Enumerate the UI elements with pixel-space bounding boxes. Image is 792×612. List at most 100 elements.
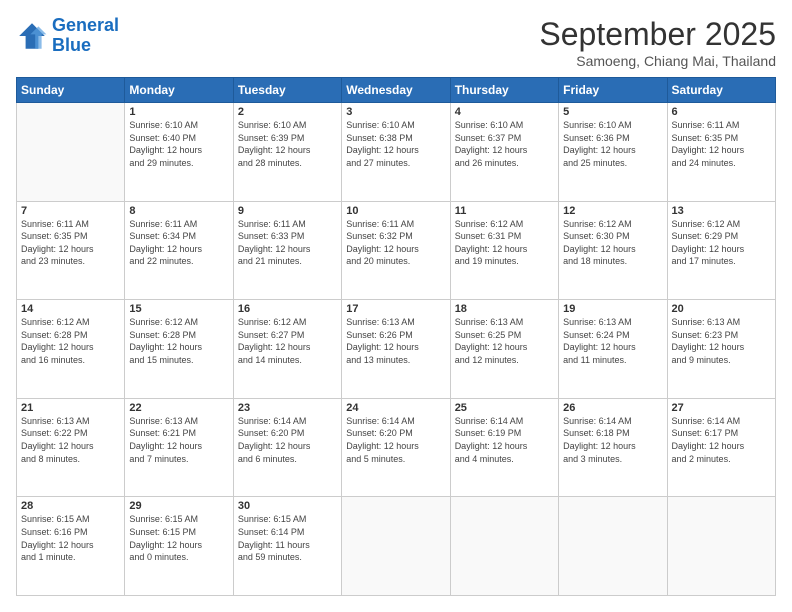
day-number: 17 bbox=[346, 303, 445, 315]
day-info: Sunrise: 6:12 AM Sunset: 6:28 PM Dayligh… bbox=[129, 316, 228, 366]
day-info: Sunrise: 6:13 AM Sunset: 6:24 PM Dayligh… bbox=[563, 316, 662, 366]
calendar-cell: 21Sunrise: 6:13 AM Sunset: 6:22 PM Dayli… bbox=[17, 398, 125, 497]
calendar-cell: 25Sunrise: 6:14 AM Sunset: 6:19 PM Dayli… bbox=[450, 398, 558, 497]
calendar-cell: 15Sunrise: 6:12 AM Sunset: 6:28 PM Dayli… bbox=[125, 300, 233, 399]
day-info: Sunrise: 6:10 AM Sunset: 6:40 PM Dayligh… bbox=[129, 119, 228, 169]
day-number: 19 bbox=[563, 303, 662, 315]
calendar-cell: 20Sunrise: 6:13 AM Sunset: 6:23 PM Dayli… bbox=[667, 300, 775, 399]
calendar-cell: 10Sunrise: 6:11 AM Sunset: 6:32 PM Dayli… bbox=[342, 201, 450, 300]
day-info: Sunrise: 6:10 AM Sunset: 6:38 PM Dayligh… bbox=[346, 119, 445, 169]
calendar-cell: 29Sunrise: 6:15 AM Sunset: 6:15 PM Dayli… bbox=[125, 497, 233, 596]
calendar-cell: 19Sunrise: 6:13 AM Sunset: 6:24 PM Dayli… bbox=[559, 300, 667, 399]
weekday-header-row: Sunday Monday Tuesday Wednesday Thursday… bbox=[17, 78, 776, 103]
day-info: Sunrise: 6:10 AM Sunset: 6:39 PM Dayligh… bbox=[238, 119, 337, 169]
day-info: Sunrise: 6:14 AM Sunset: 6:20 PM Dayligh… bbox=[346, 415, 445, 465]
calendar-cell: 5Sunrise: 6:10 AM Sunset: 6:36 PM Daylig… bbox=[559, 103, 667, 202]
calendar-cell: 13Sunrise: 6:12 AM Sunset: 6:29 PM Dayli… bbox=[667, 201, 775, 300]
calendar-cell: 26Sunrise: 6:14 AM Sunset: 6:18 PM Dayli… bbox=[559, 398, 667, 497]
header-tuesday: Tuesday bbox=[233, 78, 341, 103]
day-number: 12 bbox=[563, 205, 662, 217]
day-info: Sunrise: 6:12 AM Sunset: 6:29 PM Dayligh… bbox=[672, 218, 771, 268]
day-number: 15 bbox=[129, 303, 228, 315]
calendar-cell bbox=[342, 497, 450, 596]
calendar-cell: 18Sunrise: 6:13 AM Sunset: 6:25 PM Dayli… bbox=[450, 300, 558, 399]
day-number: 1 bbox=[129, 106, 228, 118]
day-info: Sunrise: 6:13 AM Sunset: 6:26 PM Dayligh… bbox=[346, 316, 445, 366]
logo-text: General bbox=[52, 16, 119, 36]
day-info: Sunrise: 6:12 AM Sunset: 6:31 PM Dayligh… bbox=[455, 218, 554, 268]
week-row-0: 1Sunrise: 6:10 AM Sunset: 6:40 PM Daylig… bbox=[17, 103, 776, 202]
day-number: 26 bbox=[563, 402, 662, 414]
header-friday: Friday bbox=[559, 78, 667, 103]
day-info: Sunrise: 6:15 AM Sunset: 6:15 PM Dayligh… bbox=[129, 513, 228, 563]
calendar-cell: 7Sunrise: 6:11 AM Sunset: 6:35 PM Daylig… bbox=[17, 201, 125, 300]
calendar-cell bbox=[559, 497, 667, 596]
calendar-cell: 30Sunrise: 6:15 AM Sunset: 6:14 PM Dayli… bbox=[233, 497, 341, 596]
calendar: Sunday Monday Tuesday Wednesday Thursday… bbox=[16, 77, 776, 596]
day-info: Sunrise: 6:13 AM Sunset: 6:21 PM Dayligh… bbox=[129, 415, 228, 465]
calendar-cell: 16Sunrise: 6:12 AM Sunset: 6:27 PM Dayli… bbox=[233, 300, 341, 399]
week-row-1: 7Sunrise: 6:11 AM Sunset: 6:35 PM Daylig… bbox=[17, 201, 776, 300]
calendar-cell: 8Sunrise: 6:11 AM Sunset: 6:34 PM Daylig… bbox=[125, 201, 233, 300]
header-thursday: Thursday bbox=[450, 78, 558, 103]
calendar-cell: 9Sunrise: 6:11 AM Sunset: 6:33 PM Daylig… bbox=[233, 201, 341, 300]
day-info: Sunrise: 6:12 AM Sunset: 6:30 PM Dayligh… bbox=[563, 218, 662, 268]
day-info: Sunrise: 6:10 AM Sunset: 6:37 PM Dayligh… bbox=[455, 119, 554, 169]
calendar-cell: 4Sunrise: 6:10 AM Sunset: 6:37 PM Daylig… bbox=[450, 103, 558, 202]
day-info: Sunrise: 6:12 AM Sunset: 6:27 PM Dayligh… bbox=[238, 316, 337, 366]
day-info: Sunrise: 6:11 AM Sunset: 6:32 PM Dayligh… bbox=[346, 218, 445, 268]
day-number: 13 bbox=[672, 205, 771, 217]
day-number: 16 bbox=[238, 303, 337, 315]
week-row-3: 21Sunrise: 6:13 AM Sunset: 6:22 PM Dayli… bbox=[17, 398, 776, 497]
calendar-cell: 12Sunrise: 6:12 AM Sunset: 6:30 PM Dayli… bbox=[559, 201, 667, 300]
day-info: Sunrise: 6:14 AM Sunset: 6:19 PM Dayligh… bbox=[455, 415, 554, 465]
day-number: 27 bbox=[672, 402, 771, 414]
day-number: 8 bbox=[129, 205, 228, 217]
day-number: 29 bbox=[129, 500, 228, 512]
calendar-cell: 23Sunrise: 6:14 AM Sunset: 6:20 PM Dayli… bbox=[233, 398, 341, 497]
day-info: Sunrise: 6:14 AM Sunset: 6:20 PM Dayligh… bbox=[238, 415, 337, 465]
calendar-cell: 17Sunrise: 6:13 AM Sunset: 6:26 PM Dayli… bbox=[342, 300, 450, 399]
header-monday: Monday bbox=[125, 78, 233, 103]
calendar-cell bbox=[450, 497, 558, 596]
calendar-cell: 22Sunrise: 6:13 AM Sunset: 6:21 PM Dayli… bbox=[125, 398, 233, 497]
day-info: Sunrise: 6:14 AM Sunset: 6:17 PM Dayligh… bbox=[672, 415, 771, 465]
calendar-cell: 6Sunrise: 6:11 AM Sunset: 6:35 PM Daylig… bbox=[667, 103, 775, 202]
calendar-cell bbox=[667, 497, 775, 596]
day-info: Sunrise: 6:13 AM Sunset: 6:22 PM Dayligh… bbox=[21, 415, 120, 465]
day-number: 11 bbox=[455, 205, 554, 217]
day-info: Sunrise: 6:15 AM Sunset: 6:16 PM Dayligh… bbox=[21, 513, 120, 563]
day-info: Sunrise: 6:12 AM Sunset: 6:28 PM Dayligh… bbox=[21, 316, 120, 366]
logo-text2: Blue bbox=[52, 36, 119, 56]
day-info: Sunrise: 6:15 AM Sunset: 6:14 PM Dayligh… bbox=[238, 513, 337, 563]
day-number: 20 bbox=[672, 303, 771, 315]
day-info: Sunrise: 6:10 AM Sunset: 6:36 PM Dayligh… bbox=[563, 119, 662, 169]
day-number: 25 bbox=[455, 402, 554, 414]
day-number: 6 bbox=[672, 106, 771, 118]
calendar-cell: 1Sunrise: 6:10 AM Sunset: 6:40 PM Daylig… bbox=[125, 103, 233, 202]
header-sunday: Sunday bbox=[17, 78, 125, 103]
day-number: 10 bbox=[346, 205, 445, 217]
title-area: September 2025 Samoeng, Chiang Mai, Thai… bbox=[539, 16, 776, 69]
day-info: Sunrise: 6:11 AM Sunset: 6:33 PM Dayligh… bbox=[238, 218, 337, 268]
month-title: September 2025 bbox=[539, 16, 776, 53]
day-info: Sunrise: 6:11 AM Sunset: 6:34 PM Dayligh… bbox=[129, 218, 228, 268]
day-number: 14 bbox=[21, 303, 120, 315]
header-saturday: Saturday bbox=[667, 78, 775, 103]
logo: General Blue bbox=[16, 16, 119, 56]
day-info: Sunrise: 6:14 AM Sunset: 6:18 PM Dayligh… bbox=[563, 415, 662, 465]
calendar-cell: 28Sunrise: 6:15 AM Sunset: 6:16 PM Dayli… bbox=[17, 497, 125, 596]
day-number: 3 bbox=[346, 106, 445, 118]
day-number: 5 bbox=[563, 106, 662, 118]
day-info: Sunrise: 6:11 AM Sunset: 6:35 PM Dayligh… bbox=[672, 119, 771, 169]
day-number: 30 bbox=[238, 500, 337, 512]
location: Samoeng, Chiang Mai, Thailand bbox=[539, 53, 776, 69]
day-info: Sunrise: 6:13 AM Sunset: 6:23 PM Dayligh… bbox=[672, 316, 771, 366]
day-number: 28 bbox=[21, 500, 120, 512]
day-info: Sunrise: 6:11 AM Sunset: 6:35 PM Dayligh… bbox=[21, 218, 120, 268]
calendar-cell: 2Sunrise: 6:10 AM Sunset: 6:39 PM Daylig… bbox=[233, 103, 341, 202]
day-number: 18 bbox=[455, 303, 554, 315]
logo-icon bbox=[16, 20, 48, 52]
week-row-4: 28Sunrise: 6:15 AM Sunset: 6:16 PM Dayli… bbox=[17, 497, 776, 596]
day-number: 22 bbox=[129, 402, 228, 414]
